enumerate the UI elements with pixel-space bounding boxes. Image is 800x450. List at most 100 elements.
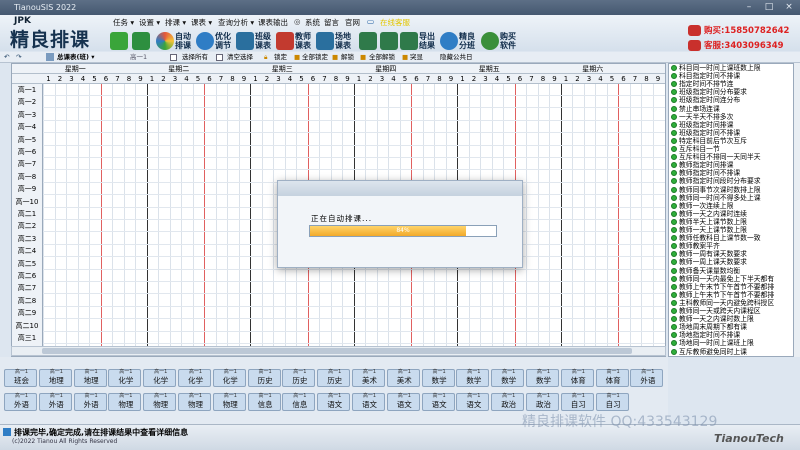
- scroll-thumb[interactable]: [42, 348, 632, 354]
- clear-select-checkbox[interactable]: [216, 54, 223, 61]
- class-select[interactable]: 高一1: [130, 52, 147, 63]
- rule-item[interactable]: 特定科目前后节次互斥: [671, 137, 793, 145]
- maximize-button[interactable]: □: [760, 1, 778, 13]
- rule-item[interactable]: 班级指定时间排课: [671, 121, 793, 129]
- rule-item[interactable]: 教师教案平齐: [671, 242, 793, 250]
- rule-item[interactable]: 教师一天上课节数上限: [671, 226, 793, 234]
- rule-item[interactable]: 教师同一天或跨天内课程区: [671, 307, 793, 315]
- course-card[interactable]: 高一1 班会: [4, 369, 37, 387]
- rules-scrollbar[interactable]: [794, 63, 800, 357]
- rule-item[interactable]: 科目指定时间不排课: [671, 72, 793, 80]
- lock-button[interactable]: 锁定: [274, 52, 287, 63]
- rule-item[interactable]: 互斥科目一节: [671, 145, 793, 153]
- course-card[interactable]: 高一1 外语: [630, 369, 664, 387]
- course-card[interactable]: 高一1 化学: [143, 369, 177, 387]
- menu-output[interactable]: 课表输出: [258, 17, 288, 28]
- menu-message[interactable]: 留言: [324, 17, 339, 28]
- rule-item[interactable]: 教师一天之内课时数上限: [671, 315, 793, 323]
- course-card[interactable]: 高一1 语文: [421, 393, 455, 411]
- rule-item[interactable]: 教师同一天内最免上下半天都有: [671, 275, 793, 283]
- lock-all-button[interactable]: 全部锁定: [302, 52, 328, 63]
- course-card[interactable]: 高一1 外语: [73, 393, 107, 411]
- course-card[interactable]: 高一1 政治: [526, 393, 559, 411]
- rule-item[interactable]: 主科教师同一天内避免跨科授区: [671, 299, 793, 307]
- toolbar-button-grid[interactable]: [380, 30, 398, 52]
- course-card[interactable]: 高一1 地理: [38, 369, 72, 387]
- menu-query[interactable]: 查询分析 ▾: [218, 17, 254, 28]
- course-card[interactable]: 高一1 语文: [352, 393, 385, 411]
- course-card[interactable]: 高一1 外语: [4, 393, 37, 411]
- hide-public-button[interactable]: 隐藏公共日: [440, 52, 473, 63]
- course-card[interactable]: 高一1 化学: [108, 369, 142, 387]
- course-card[interactable]: 高一1 语文: [456, 393, 490, 411]
- toolbar-button-auto-schedule[interactable]: 自动 排课: [156, 30, 191, 52]
- rule-item[interactable]: 教师备天课量数均衡: [671, 267, 793, 275]
- select-all-checkbox[interactable]: [170, 54, 177, 61]
- rule-item[interactable]: 教师半天上课节数上限: [671, 218, 793, 226]
- rule-item[interactable]: 教师指定时间段时分布要求: [671, 177, 793, 185]
- rule-item[interactable]: 场地指定时间不排课: [671, 331, 793, 339]
- rule-item[interactable]: 班级指定时间不排课: [671, 129, 793, 137]
- course-card[interactable]: 高一1 数学: [491, 369, 525, 387]
- rule-item[interactable]: 教师上午末节下午首节不要都排: [671, 283, 793, 291]
- rule-item[interactable]: 教师上午末节下午首节不要都排: [671, 291, 793, 299]
- menu-schedule[interactable]: 排课 ▾: [165, 17, 186, 28]
- toolbar-button-export[interactable]: 导出 结果: [400, 30, 435, 52]
- toolbar-button-venue-table[interactable]: 场地 课表: [316, 30, 351, 52]
- rule-item[interactable]: 场地同一时间上课班上限: [671, 339, 793, 347]
- rule-item[interactable]: 教师同一时间不得多处上课: [671, 194, 793, 202]
- course-card[interactable]: 高一1 语文: [317, 393, 351, 411]
- course-card[interactable]: 高一1 自习: [560, 393, 594, 411]
- rule-item[interactable]: 教师指定时间排课: [671, 161, 793, 169]
- rule-item[interactable]: 教师指定时间不排课: [671, 169, 793, 177]
- unlock-button[interactable]: 解锁: [341, 52, 354, 63]
- toolbar-button-optimize[interactable]: 优化 调节: [196, 30, 231, 52]
- course-card[interactable]: 高一1 信息: [282, 393, 316, 411]
- course-card[interactable]: 高一1 自习: [595, 393, 629, 411]
- view-select[interactable]: 总课表(班) ▾: [57, 52, 94, 63]
- rule-item[interactable]: 教师一周有课天数要求: [671, 250, 793, 258]
- menu-system[interactable]: 系统: [305, 17, 320, 28]
- rule-item[interactable]: 指定时间不排节连: [671, 80, 793, 88]
- course-card[interactable]: 高一1 化学: [212, 369, 246, 387]
- rule-item[interactable]: 科目同一时间上课班数上限: [671, 64, 793, 72]
- rule-item[interactable]: 教师一次连续上限: [671, 202, 793, 210]
- course-card[interactable]: 高一1 体育: [595, 369, 629, 387]
- rule-item[interactable]: 教师任教科目上课节数一致: [671, 234, 793, 242]
- menu-online-service[interactable]: 在线客服: [380, 17, 410, 28]
- rules-panel[interactable]: 科目同一时间上课班数上限 科目指定时间不排课 指定时间不排节连 班级指定时间分布要求班…: [668, 63, 794, 357]
- course-card[interactable]: 高一1 地理: [73, 369, 107, 387]
- rule-item[interactable]: 场地周末周期下都有课: [671, 323, 793, 331]
- toolbar-button-class-table[interactable]: 班级 课表: [236, 30, 271, 52]
- course-card[interactable]: 高一1 美术: [386, 369, 420, 387]
- redo-icon[interactable]: ↷: [16, 52, 21, 63]
- menu-settings[interactable]: 设置 ▾: [139, 17, 160, 28]
- toolbar-button-buy[interactable]: 购买 软件: [481, 30, 516, 52]
- toolbar-button-add[interactable]: [110, 30, 128, 52]
- conflict-button[interactable]: 突显: [410, 52, 423, 63]
- rule-item[interactable]: 教师一天之内课时连续: [671, 210, 793, 218]
- rule-item[interactable]: 互斥科目不排同一天同半天: [671, 153, 793, 161]
- course-card[interactable]: 高一1 历史: [317, 369, 351, 387]
- course-card[interactable]: 高一1 化学: [178, 369, 211, 387]
- course-card[interactable]: 高一1 物理: [178, 393, 211, 411]
- course-card[interactable]: 高一1 历史: [247, 369, 281, 387]
- select-all-label[interactable]: 选择所有: [182, 52, 208, 63]
- course-card[interactable]: 高一1 物理: [143, 393, 177, 411]
- course-card[interactable]: 高一1 物理: [108, 393, 142, 411]
- course-card[interactable]: 高一1 历史: [282, 369, 316, 387]
- rule-item[interactable]: 教师同事节次课时数排上限: [671, 186, 793, 194]
- undo-icon[interactable]: ↶: [4, 52, 9, 63]
- rule-item[interactable]: 禁止串场连课: [671, 105, 793, 113]
- menu-timetable[interactable]: 课表 ▾: [191, 17, 212, 28]
- toolbar-button-save[interactable]: [359, 30, 377, 52]
- toolbar-button-import[interactable]: [132, 30, 150, 52]
- menu-task[interactable]: 任务 ▾: [113, 17, 134, 28]
- rule-item[interactable]: 教师一周上课天数要求: [671, 258, 793, 266]
- course-card[interactable]: 高一1 体育: [560, 369, 594, 387]
- unlock-all-button[interactable]: 全部解锁: [369, 52, 395, 63]
- toolbar-button-class-divide[interactable]: 精良 分班: [440, 30, 475, 52]
- clear-select-label[interactable]: 清空选择: [227, 52, 253, 63]
- course-card[interactable]: 高一1 美术: [352, 369, 385, 387]
- toolbar-button-teacher-table[interactable]: 教师 课表: [276, 30, 311, 52]
